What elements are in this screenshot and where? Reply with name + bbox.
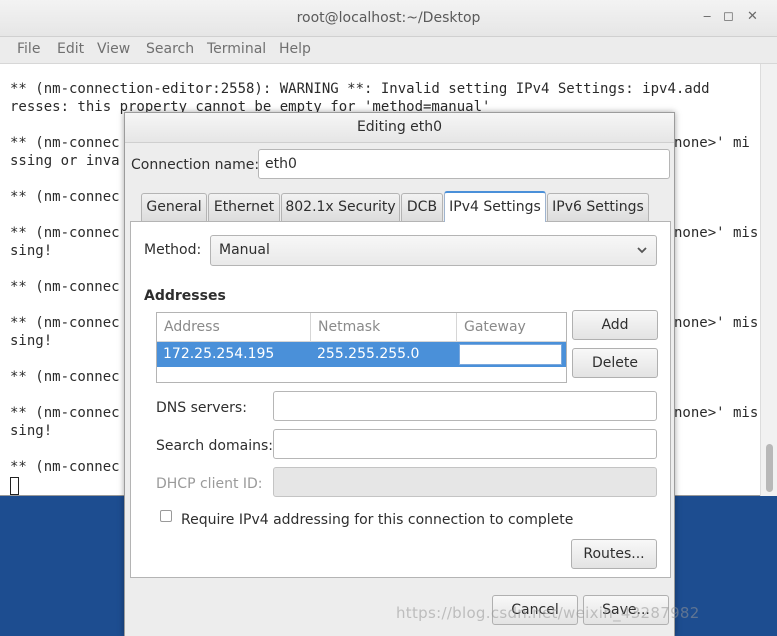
require-ipv4-checkbox[interactable] (160, 510, 172, 522)
connection-name-label: Connection name: (131, 157, 260, 173)
column-header-gateway[interactable]: Gateway (457, 313, 566, 342)
menu-terminal[interactable]: Terminal (207, 41, 266, 57)
terminal-line: ** (nm-connec (10, 135, 120, 151)
terminal-line: sing! (10, 243, 53, 259)
terminal-line: ssing or inva (10, 153, 120, 169)
close-icon[interactable]: ✕ (747, 9, 758, 24)
tab-ethernet[interactable]: Ethernet (208, 193, 280, 221)
column-header-address[interactable]: Address (157, 313, 311, 342)
menu-file[interactable]: File (17, 41, 40, 57)
dns-servers-input[interactable] (273, 391, 657, 421)
routes-button[interactable]: Routes... (571, 539, 657, 569)
ipv4-settings-panel: Method: Manual Addresses Address Netmask… (130, 221, 671, 578)
terminal-cursor (10, 477, 19, 495)
address-cell[interactable]: 172.25.254.195 (163, 346, 274, 362)
addresses-heading: Addresses (144, 288, 226, 304)
column-header-netmask[interactable]: Netmask (311, 313, 457, 342)
editing-connection-dialog: Editing eth0 Connection name: General Et… (124, 112, 675, 636)
method-dropdown[interactable]: Manual (210, 235, 657, 266)
menu-help[interactable]: Help (279, 41, 311, 57)
table-row[interactable]: 172.25.254.195 255.255.255.0 (157, 342, 566, 367)
scrollbar-thumb[interactable] (766, 444, 773, 492)
tab-ipv4-settings[interactable]: IPv4 Settings (444, 191, 546, 222)
terminal-line-fragment: none>' mis (674, 405, 759, 421)
terminal-menubar: File Edit View Search Terminal Help (0, 37, 777, 64)
gateway-cell-editor[interactable] (459, 344, 562, 365)
method-label: Method: (144, 242, 202, 258)
menu-view[interactable]: View (97, 41, 130, 57)
dns-servers-label: DNS servers: (156, 400, 247, 416)
tab-dcb[interactable]: DCB (401, 193, 443, 221)
terminal-line: sing! (10, 333, 53, 349)
menu-edit[interactable]: Edit (57, 41, 84, 57)
netmask-cell[interactable]: 255.255.255.0 (317, 346, 419, 362)
dhcp-client-id-label: DHCP client ID: (156, 476, 263, 492)
terminal-title: root@localhost:~/Desktop (296, 10, 481, 26)
tab-8021x-security[interactable]: 802.1x Security (281, 193, 400, 221)
terminal-line-fragment: none>' mis (674, 225, 759, 241)
maximize-icon[interactable]: ◻ (723, 9, 734, 24)
terminal-line: ** (nm-connec (10, 189, 120, 205)
terminal-line: ** (nm-connec (10, 459, 120, 475)
terminal-line: ** (nm-connec (10, 315, 120, 331)
terminal-line: ** (nm-connection-editor:2558): WARNING … (10, 81, 710, 97)
method-value: Manual (219, 242, 270, 258)
dialog-titlebar[interactable]: Editing eth0 (125, 113, 674, 143)
terminal-titlebar[interactable]: root@localhost:~/Desktop ‒ ◻ ✕ (0, 0, 777, 37)
addresses-table[interactable]: Address Netmask Gateway 172.25.254.195 2… (156, 312, 567, 383)
terminal-line: ** (nm-connec (10, 369, 120, 385)
terminal-line-fragment: none>' mi (674, 135, 750, 151)
connection-name-input[interactable] (258, 149, 670, 179)
require-ipv4-label[interactable]: Require IPv4 addressing for this connect… (181, 512, 573, 528)
minimize-icon[interactable]: ‒ (703, 9, 711, 24)
terminal-line: sing! (10, 423, 53, 439)
terminal-line: ** (nm-connec (10, 225, 120, 241)
chevron-down-icon (637, 247, 647, 254)
tab-ipv6-settings[interactable]: IPv6 Settings (547, 193, 649, 221)
menu-search[interactable]: Search (146, 41, 194, 57)
terminal-line: ** (nm-connec (10, 279, 120, 295)
watermark: https://blog.csdn.net/weixin_43287982 (396, 604, 700, 622)
search-domains-input[interactable] (273, 429, 657, 459)
terminal-scrollbar[interactable] (760, 64, 777, 496)
add-button[interactable]: Add (572, 310, 658, 340)
terminal-line-fragment: none>' mis (674, 315, 759, 331)
terminal-line: ** (nm-connec (10, 405, 120, 421)
dialog-title: Editing eth0 (356, 119, 443, 135)
delete-button[interactable]: Delete (572, 348, 658, 378)
dhcp-client-id-input (273, 467, 657, 497)
tab-general[interactable]: General (141, 193, 207, 221)
search-domains-label: Search domains: (156, 438, 273, 454)
